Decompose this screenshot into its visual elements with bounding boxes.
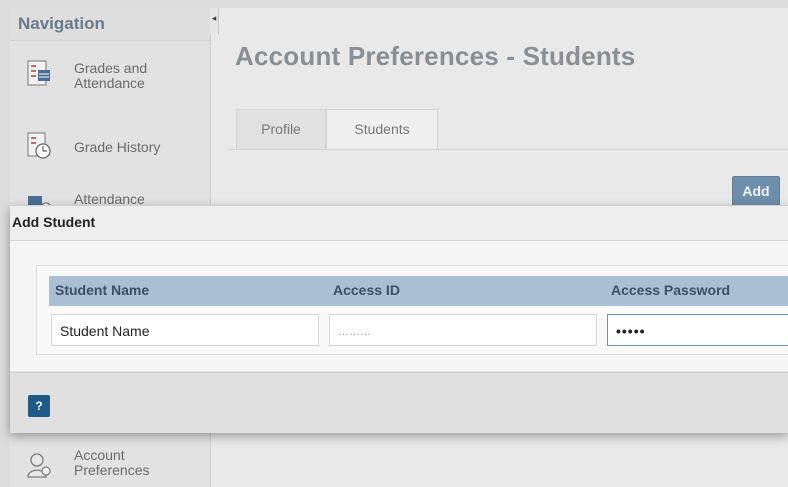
dialog-title: Add Student — [12, 214, 96, 230]
grades-attendance-icon — [27, 60, 50, 86]
sidebar-item-label-line2: Preferences — [74, 462, 150, 478]
column-header-access-password: Access Password — [611, 282, 731, 298]
student-name-input[interactable]: Student Name — [51, 314, 319, 346]
sidebar-item-label-line2: Attendance — [74, 75, 145, 91]
dialog-titlebar: Add Student — [10, 206, 788, 241]
add-student-dialog: Add Student Student Name Access ID Acces… — [10, 205, 788, 433]
sidebar-item-account-preferences[interactable]: Account Preferences — [16, 444, 206, 487]
student-form-panel: Student Name Access ID Access Password S… — [36, 265, 788, 355]
navigation-title: Navigation — [18, 14, 105, 33]
tab-divider — [226, 149, 788, 150]
tab-profile[interactable]: Profile — [236, 109, 326, 150]
sidebar-item-label: Grade History — [74, 139, 161, 155]
grade-history-icon — [27, 132, 51, 159]
sidebar-item-label: Grades and — [74, 60, 148, 76]
sidebar-item-label: Account — [74, 447, 125, 463]
dialog-footer: ? — [10, 372, 788, 433]
sidebar-item-grade-history[interactable]: Grade History — [16, 125, 206, 169]
access-password-input[interactable]: ••••• — [607, 314, 788, 346]
page-title: Account Preferences - Students — [235, 41, 636, 71]
add-button[interactable]: Add — [732, 176, 780, 206]
tab-students[interactable]: Students — [326, 109, 438, 150]
access-id-input[interactable]: ……… — [329, 314, 597, 346]
sidebar-item-grades-attendance[interactable]: Grades and Attendance — [16, 52, 206, 96]
column-header-student-name: Student Name — [55, 282, 150, 298]
dialog-body: Student Name Access ID Access Password S… — [10, 241, 788, 371]
account-preferences-icon — [27, 453, 51, 478]
help-button[interactable]: ? — [28, 395, 50, 417]
collapse-sidebar-handle[interactable]: ◂ — [210, 8, 219, 34]
column-header-access-id: Access ID — [333, 282, 400, 298]
table-header: Student Name Access ID Access Password — [49, 276, 788, 306]
